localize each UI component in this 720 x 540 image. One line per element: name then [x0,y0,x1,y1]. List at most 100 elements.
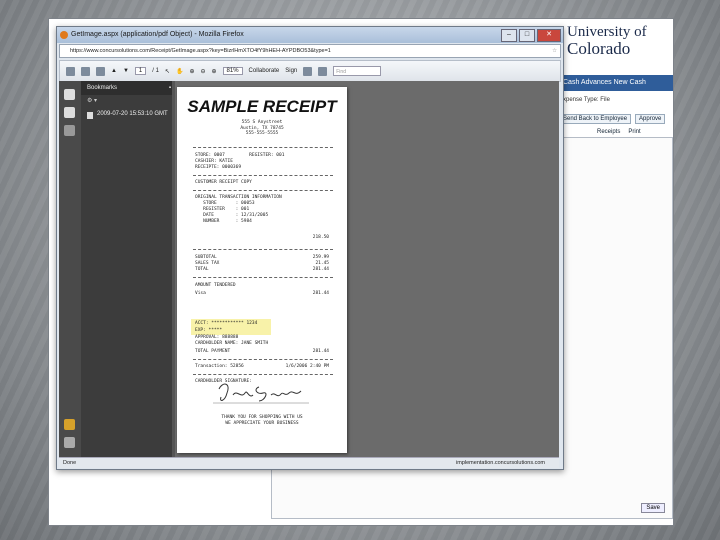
divider [193,147,333,148]
approval-line: APPROVAL: 888888 [195,335,239,340]
prev-page-icon[interactable]: ▲ [111,68,117,74]
slide-watermark-text [20,0,28,26]
bookmark-options-menu[interactable]: ⚙ ▾ [81,95,175,107]
minimize-button[interactable]: – [501,29,517,42]
signature-image [213,383,309,404]
bookmarks-header: Bookmarks ▪ [81,81,175,95]
print-menu[interactable]: Print [628,129,640,135]
browser-status-bar: Done implementation.concursolutions.com [59,457,559,468]
divider [193,249,333,250]
thanks-line: WE APPRECIATE YOUR BUSINESS [225,420,299,426]
orig-info-line: ORIGINAL TRANSACTION INFORMATION [195,195,282,200]
hand-tool-icon[interactable]: ✋ [176,68,183,75]
bookmark-item[interactable]: 2009-07-20 15:53:10 GMT [81,107,175,119]
exp-line: EXP: ***** [195,328,223,333]
orig-number-line: NUMBER : 5984 [195,219,252,224]
orig-date-line: DATE : 12/31/2005 [195,213,269,218]
university-logo: University of Colorado [567,24,667,58]
tax-value: 21.45 [315,261,329,266]
bookmarks-icon[interactable] [64,107,75,118]
tax-label: SALES TAX [195,261,220,266]
store-address: 555 S Anystreet Austin, TX 78745 555-555… [177,120,347,137]
total-label: TOTAL [195,267,209,272]
status-domain: implementation.concursolutions.com [456,460,545,466]
receipts-menu[interactable]: Receipts [597,129,620,135]
transaction-line: Transaction: 52856 [195,364,244,369]
store-line: STORE: 0007 REGISTER: 001 [195,153,285,158]
acct-line: ACCT: ************ 1234 [195,321,258,326]
app-nav-bar[interactable]: Cash Advances New Cash Advance [559,75,673,102]
bookmark-item-label: 2009-07-20 15:53:10 GMT [97,111,168,117]
bookmarks-title: Bookmarks [87,85,118,91]
zoom-tool-icon[interactable]: ⊕ [189,68,194,75]
next-page-icon[interactable]: ▼ [123,68,129,74]
approve-button[interactable]: Approve [635,114,666,124]
zoom-in-icon[interactable]: ⊕ [212,68,217,75]
fit-page-icon[interactable] [303,66,313,76]
pdf-viewer: Bookmarks ▪ ⚙ ▾ 2009-07-20 15:53:10 GMT … [59,81,559,457]
divider [193,277,333,278]
window-titlebar[interactable]: GetImage.aspx (application/pdf Object) -… [57,27,563,43]
status-text: Done [63,460,77,466]
firefox-window: GetImage.aspx (application/pdf Object) -… [56,26,564,470]
total-payment-label: TOTAL PAYMENT [195,349,231,354]
select-tool-icon[interactable]: ↖ [165,68,170,75]
logo-line-1: University of [567,24,647,40]
address-bar[interactable]: https://www.concursolutions.com/Receipt/… [59,44,561,58]
divider [193,374,333,375]
comments-icon[interactable] [64,419,75,430]
pdf-toolbar: ▲ ▼ 1 / 1 ↖ ✋ ⊕ ⊖ ⊕ 81% Collaborate Sign… [59,60,561,82]
close-button[interactable]: ✕ [537,29,561,42]
orig-store-line: STORE : 00053 [195,201,255,206]
sign-button[interactable]: Sign [285,68,297,74]
cashier-line: CASHIER: KATIE [195,159,233,164]
total-value: 281.44 [312,267,329,272]
bookmarks-panel: Bookmarks ▪ ⚙ ▾ 2009-07-20 15:53:10 GMT [81,81,175,457]
receipt-page: SAMPLE RECEIPT 555 S Anystreet Austin, T… [177,87,347,453]
binoculars-icon[interactable] [64,125,75,136]
zoom-level-select[interactable]: 81% [222,67,243,75]
attachments-icon[interactable] [64,437,75,448]
document-area: SAMPLE RECEIPT 555 S Anystreet Austin, T… [175,81,559,457]
visa-value: 281.44 [312,291,329,296]
subtotal-value: 259.99 [312,255,329,260]
tendered-line: AMOUNT TENDERED [195,283,236,288]
subtotal-label: SUBTOTAL [195,255,217,260]
divider [193,190,333,191]
expense-type-field[interactable]: Expense Type: File [559,97,673,109]
zoom-out-icon[interactable]: ⊖ [200,68,205,75]
orig-register-line: REGISTER : 001 [195,207,250,212]
window-controls: – □ ✕ [501,29,561,42]
total-payment-value: 281.44 [312,349,329,354]
find-input[interactable]: Find [333,66,382,76]
maximize-button[interactable]: □ [519,29,535,42]
address-line: 555-555-5555 [245,131,279,136]
transaction-date: 1/6/2006 2:40 PM [285,364,329,369]
navigation-pane-icons [59,81,82,457]
url-text: https://www.concursolutions.com/Receipt/… [70,48,331,54]
receipt-actions-row: Receipts Print [597,129,641,135]
page-number-input[interactable]: 1 [134,67,147,75]
bookmark-star-icon[interactable]: ☆ [552,45,557,57]
email-icon[interactable] [96,66,105,76]
logo-line-2: Colorado [567,39,631,58]
item-amount: 218.50 [312,235,329,240]
receipt-number-line: RECEIPTE: 0000369 [195,165,242,170]
page-icon [87,112,93,119]
firefox-icon [60,31,68,39]
close-panel-icon[interactable]: ▪ [169,81,171,95]
fit-width-icon[interactable] [318,66,328,76]
visa-label: Visa [195,291,206,296]
send-back-button[interactable]: Send Back to Employee [559,114,632,124]
customer-copy-line: CUSTOMER RECEIPT COPY [195,180,252,185]
collaborate-button[interactable]: Collaborate [249,68,280,74]
window-title: GetImage.aspx (application/pdf Object) -… [71,31,244,38]
save-icon[interactable] [66,66,75,76]
divider [193,359,333,360]
pages-icon[interactable] [64,89,75,100]
save-button[interactable]: Save [641,503,665,513]
divider [193,175,333,176]
print-icon[interactable] [81,66,90,76]
receipt-title: SAMPLE RECEIPT [187,97,337,116]
page-total: / 1 [152,68,159,74]
